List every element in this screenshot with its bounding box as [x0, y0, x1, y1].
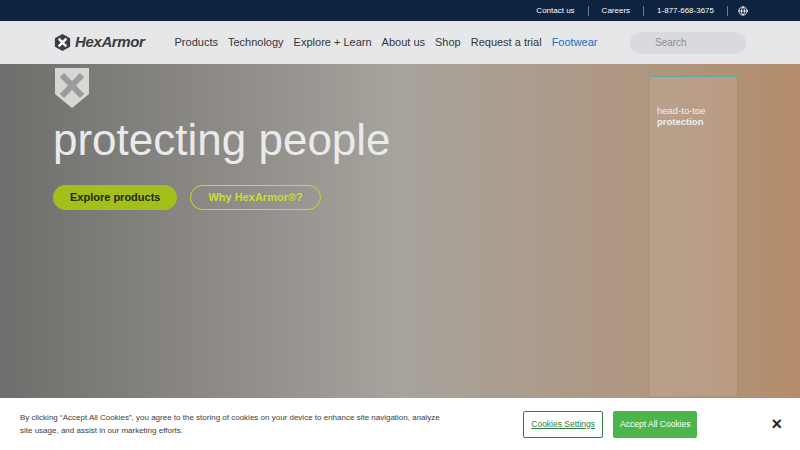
nav-item[interactable]: Products	[175, 34, 218, 51]
shield-x-icon	[53, 66, 91, 110]
tagline-text: protection	[657, 116, 737, 127]
tagline-text: head-to-toe	[657, 105, 737, 116]
top-bar: Contact usCareers1-877-668-3675	[0, 0, 800, 21]
hero: head-to-toeprotectionprotecting people Ex…	[0, 64, 800, 450]
cookie-button[interactable]: Cookies Settings	[523, 411, 603, 438]
nav-item[interactable]: Shop	[435, 34, 461, 51]
globe-icon[interactable]	[738, 6, 748, 16]
hex-logo-icon	[53, 33, 72, 52]
top-bar-link[interactable]: 1-877-668-3675	[644, 6, 728, 16]
nav-bar: HexArmor Products Technology Explore + Lear…	[0, 21, 800, 64]
nav-item[interactable]: About us	[382, 34, 425, 51]
logo[interactable]: HexArmor	[53, 31, 145, 54]
close-button[interactable]: ×	[767, 414, 786, 434]
tagline-panel: head-to-toeprotection	[650, 76, 738, 396]
hero-button[interactable]: Explore products	[53, 185, 177, 210]
top-bar-link[interactable]: Contact us	[523, 6, 588, 16]
nav-item[interactable]: Explore + Learn	[294, 34, 372, 51]
cookie-button[interactable]: Accept All Cookies	[613, 411, 697, 438]
nav-menu: Products Technology Explore + Learn About u…	[175, 34, 598, 51]
nav-item[interactable]: Footwear	[552, 34, 598, 51]
cookie-text: By clicking “Accept All Cookies”, you ag…	[20, 411, 445, 437]
nav-item[interactable]: Technology	[228, 34, 284, 51]
hero-buttons: Explore products Why HexArmor®?	[53, 185, 800, 210]
page: Contact usCareers1-877-668-3675 HexArmor P…	[0, 0, 800, 450]
cookie-banner: By clicking “Accept All Cookies”, you ag…	[0, 398, 800, 450]
hero-button[interactable]: Why HexArmor®?	[190, 185, 320, 210]
top-bar-link[interactable]: Careers	[589, 6, 644, 16]
search-field[interactable]: Search	[630, 32, 746, 54]
hero-headline: protecting people	[53, 114, 800, 166]
nav-item[interactable]: Request a trial	[471, 34, 542, 51]
